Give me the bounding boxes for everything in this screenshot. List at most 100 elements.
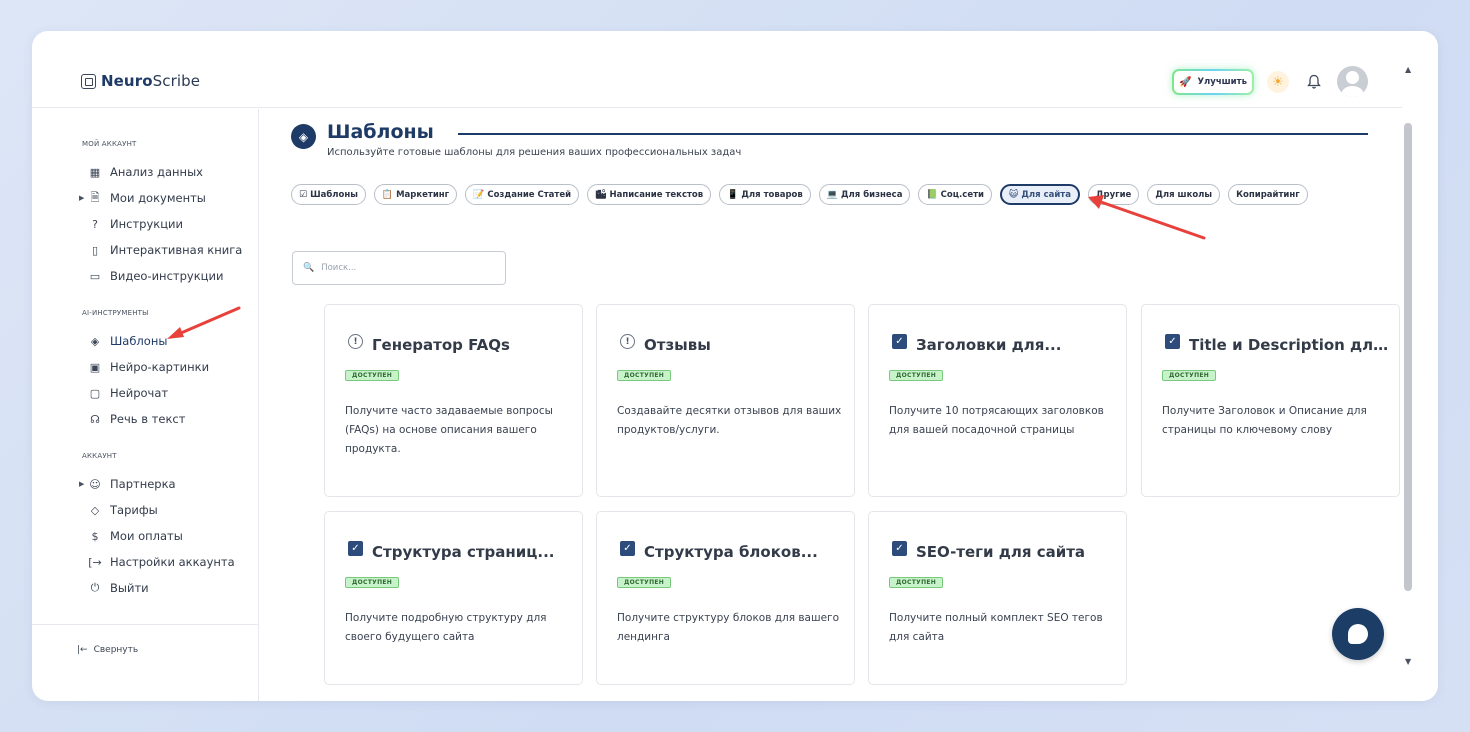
sidebar-item-documents[interactable]: ▶ 🗎 Мои документы <box>79 189 206 207</box>
layers-icon: ◈ <box>291 124 316 149</box>
checkbox-icon: ✓ <box>348 541 363 556</box>
card-description: Получите 10 потрясающих заголовков для в… <box>889 405 1104 436</box>
sidebar-item-tariffs[interactable]: ◇ Тарифы <box>82 501 158 519</box>
sidebar-item-book[interactable]: ▯ Интерактивная книга <box>82 241 242 259</box>
logo-icon <box>81 73 96 89</box>
top-header: NeuroScribe 🚀 Улучшить ☀ <box>32 31 1402 108</box>
grid-icon: ▦ <box>89 165 101 179</box>
sidebar-item-instructions[interactable]: ? Инструкции <box>82 215 183 233</box>
info-icon: ! <box>620 334 635 349</box>
template-card[interactable]: ✓ Структура блоков... доступен Получите … <box>596 511 855 685</box>
title-divider <box>458 133 1368 135</box>
card-description: Получите Заголовок и Описание для страни… <box>1162 405 1367 436</box>
power-icon: ⏻ <box>90 581 100 594</box>
scroll-up-arrow-icon[interactable]: ▲ <box>1405 65 1411 74</box>
sidebar-item-speech[interactable]: ☊ Речь в текст <box>82 410 185 428</box>
city-icon: 🏙 <box>595 189 607 200</box>
scrollbar-thumb[interactable] <box>1404 123 1412 591</box>
tag-website[interactable]: 😺 Для сайта <box>999 184 1080 205</box>
tag-other[interactable]: Другие <box>1087 184 1140 205</box>
laptop-icon: 💻 <box>826 189 838 200</box>
card-title: SEO-теги для сайта <box>916 543 1086 561</box>
template-card[interactable]: ! Генератор FAQs доступен Получите часто… <box>324 304 583 497</box>
category-tags: ☑ Шаблоны 📋 Маркетинг 📝 Создание Статей 🏙 На… <box>291 184 1308 205</box>
main-content: ◈ Шаблоны Используйте готовые шаблоны дл… <box>260 109 1402 701</box>
tag-articles[interactable]: 📝 Создание Статей <box>465 184 580 205</box>
status-badge: доступен <box>889 370 944 381</box>
card-description: Получите полный комплект SEO тегов для с… <box>889 612 1103 643</box>
page-title: Шаблоны <box>327 121 434 143</box>
status-badge: доступен <box>617 577 672 588</box>
tag-templates[interactable]: ☑ Шаблоны <box>291 184 366 205</box>
bell-svg <box>1307 74 1321 89</box>
logout-arrow-icon: [→ <box>88 555 102 569</box>
template-card[interactable]: ! Отзывы доступен Создавайте десятки отз… <box>596 304 855 497</box>
tag-business[interactable]: 💻 Для бизнеса <box>818 184 911 205</box>
sidebar-item-chat[interactable]: ▢ Нейрочат <box>82 384 168 402</box>
caret-right-icon: ▶ <box>79 480 85 488</box>
image-icon: ▣ <box>89 360 101 374</box>
card-title: Структура блоков... <box>644 543 818 561</box>
tag-marketing[interactable]: 📋 Маркетинг <box>373 184 458 205</box>
sidebar-section-title: AI-ИНСТРУМЕНТЫ <box>82 309 149 317</box>
app-window: NeuroScribe 🚀 Улучшить ☀ МОЙ АККАУНТ ▦ А… <box>32 31 1438 701</box>
collapse-button[interactable]: |← Свернуть <box>77 645 138 655</box>
bell-icon[interactable] <box>1304 71 1324 93</box>
logo-text: NeuroScribe <box>101 72 201 90</box>
theme-toggle-sun-icon[interactable]: ☀ <box>1267 71 1289 93</box>
tag-school[interactable]: Для школы <box>1147 184 1221 205</box>
card-title: Заголовки для... <box>916 336 1062 354</box>
status-badge: доступен <box>345 370 400 381</box>
info-icon: ! <box>348 334 363 349</box>
sidebar-item-settings[interactable]: [→ Настройки аккаунта <box>82 553 234 571</box>
status-badge: доступен <box>345 577 400 588</box>
template-card[interactable]: ✓ Структура страниц... доступен Получите… <box>324 511 583 685</box>
sidebar-item-partners[interactable]: ▶ ☺ Партнерка <box>79 475 176 493</box>
card-description: Получите структуру блоков для вашего лен… <box>617 612 840 643</box>
rocket-icon: 🚀 <box>1179 76 1192 88</box>
upgrade-button[interactable]: 🚀 Улучшить <box>1172 69 1254 95</box>
layers-icon: ◈ <box>90 334 100 348</box>
template-card[interactable]: ✓ Заголовки для... доступен Получите 10 … <box>868 304 1127 497</box>
template-card[interactable]: ✓ Title и Description для... доступен По… <box>1141 304 1400 497</box>
template-card[interactable]: ✓ SEO-теги для сайта доступен Получите п… <box>868 511 1127 685</box>
scroll-down-arrow-icon[interactable]: ▼ <box>1405 657 1411 666</box>
card-description: Получите подробную структуру для своего … <box>345 612 547 643</box>
tag-writing[interactable]: 🏙 Написание текстов <box>587 184 712 205</box>
sidebar-item-analytics[interactable]: ▦ Анализ данных <box>82 163 203 181</box>
card-title: Генератор FAQs <box>372 336 510 354</box>
sidebar-item-templates[interactable]: ◈ Шаблоны <box>82 332 168 350</box>
logo[interactable]: NeuroScribe <box>81 72 200 90</box>
sidebar-divider <box>32 624 259 625</box>
card-description: Создавайте десятки отзывов для ваших про… <box>617 405 842 436</box>
sidebar-item-payments[interactable]: $ Мои оплаты <box>82 527 183 545</box>
tag-products[interactable]: 📱 Для товаров <box>719 184 811 205</box>
sidebar-section-title: МОЙ АККАУНТ <box>82 140 137 148</box>
chat-bubble-icon <box>1348 624 1368 644</box>
search-icon: 🔍 <box>303 263 315 273</box>
tag-copywriting[interactable]: Копирайтинг <box>1228 184 1308 205</box>
page-subtitle: Используйте готовые шаблоны для решения … <box>327 147 742 158</box>
search-input[interactable]: 🔍 Поиск... <box>292 251 506 285</box>
checkbox-icon: ✓ <box>620 541 635 556</box>
headphones-icon: ☊ <box>90 412 100 426</box>
sidebar-item-images[interactable]: ▣ Нейро-картинки <box>82 358 209 376</box>
status-badge: доступен <box>1162 370 1217 381</box>
clipboard-icon: 📋 <box>381 189 394 200</box>
book-icon: ▯ <box>91 243 99 257</box>
upgrade-label: Улучшить <box>1197 77 1247 87</box>
chat-support-button[interactable] <box>1332 608 1384 660</box>
status-badge: доступен <box>889 577 944 588</box>
tag-icon: ◇ <box>90 503 100 517</box>
sidebar-item-logout[interactable]: ⏻ Выйти <box>82 579 149 597</box>
card-title: Отзывы <box>644 336 711 354</box>
users-icon: ☺ <box>89 477 101 491</box>
avatar[interactable] <box>1337 66 1368 97</box>
collapse-icon: |← <box>77 645 88 655</box>
search-placeholder: Поиск... <box>321 263 357 273</box>
card-title: Title и Description для... <box>1189 336 1394 354</box>
card-description: Получите часто задаваемые вопросы (FAQs)… <box>345 405 553 455</box>
checkbox-icon: ✓ <box>892 541 907 556</box>
sidebar-item-video[interactable]: ▭ Видео-инструкции <box>82 267 224 285</box>
tag-social[interactable]: 📗 Соц.сети <box>918 184 992 205</box>
